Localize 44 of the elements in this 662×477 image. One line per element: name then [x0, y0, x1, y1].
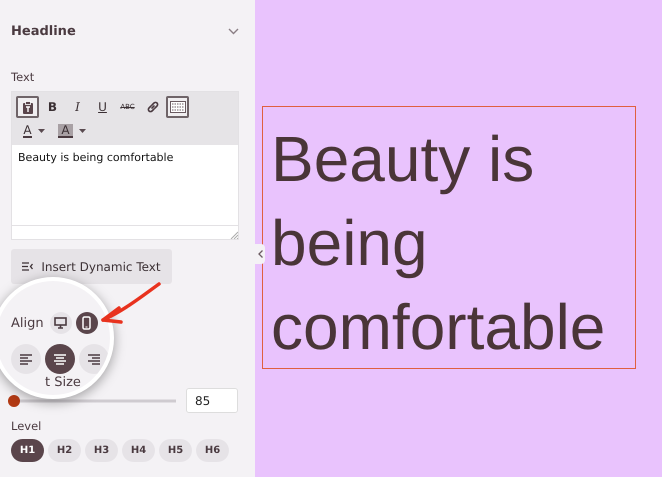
heading-level-button[interactable]: H1 [11, 439, 44, 462]
align-left-icon [20, 354, 32, 364]
field-label: Text [11, 70, 34, 84]
section-title: Headline [11, 24, 76, 38]
align-left-button[interactable] [11, 344, 41, 374]
align-right-icon [88, 354, 100, 364]
text-color-button[interactable]: A [16, 120, 52, 142]
font-size-label: t Size [45, 375, 82, 390]
collapse-tab[interactable] [255, 244, 265, 264]
caret-icon [78, 128, 86, 134]
link-icon [146, 100, 160, 114]
font-size-input[interactable]: 85 [186, 388, 238, 413]
pointer-arrow [101, 282, 161, 324]
desktop-view-button[interactable] [50, 312, 72, 334]
headline-text[interactable]: Beauty is being comfortable [262, 106, 636, 369]
caret-icon [38, 128, 45, 134]
slider-thumb[interactable] [8, 394, 20, 406]
align-label: Align [11, 316, 44, 330]
resize-grip-icon[interactable] [230, 231, 238, 239]
heading-level-button[interactable]: H4 [122, 439, 155, 462]
insert-dynamic-text-button[interactable]: Insert Dynamic Text [11, 249, 172, 284]
editor-content: Beauty is being comfortable [17, 150, 174, 166]
chevron-down-icon[interactable] [228, 28, 239, 34]
underline-button[interactable]: U [91, 96, 114, 118]
paste-button[interactable] [16, 96, 39, 118]
align-center-button[interactable] [45, 344, 75, 374]
highlight-color-button[interactable]: A [54, 120, 90, 142]
align-center-icon [54, 354, 66, 364]
heading-level-button[interactable]: H6 [196, 439, 229, 462]
monitor-icon [54, 317, 68, 329]
heading-level-button[interactable]: H5 [159, 439, 192, 462]
keyboard-icon [170, 101, 186, 113]
paste-icon [22, 100, 34, 114]
chevron-left-icon [258, 250, 262, 258]
heading-level-button[interactable]: H2 [48, 439, 81, 462]
list-icon [22, 262, 34, 271]
align-right-button[interactable] [79, 344, 109, 374]
field-label: Level [11, 419, 42, 433]
bold-button[interactable]: B [41, 96, 64, 118]
italic-button[interactable]: I [66, 96, 89, 118]
phone-icon [82, 316, 92, 330]
heading-level-button[interactable]: H3 [85, 439, 118, 462]
mobile-view-button[interactable] [76, 312, 98, 334]
toolbar-toggle-button[interactable] [166, 96, 189, 118]
